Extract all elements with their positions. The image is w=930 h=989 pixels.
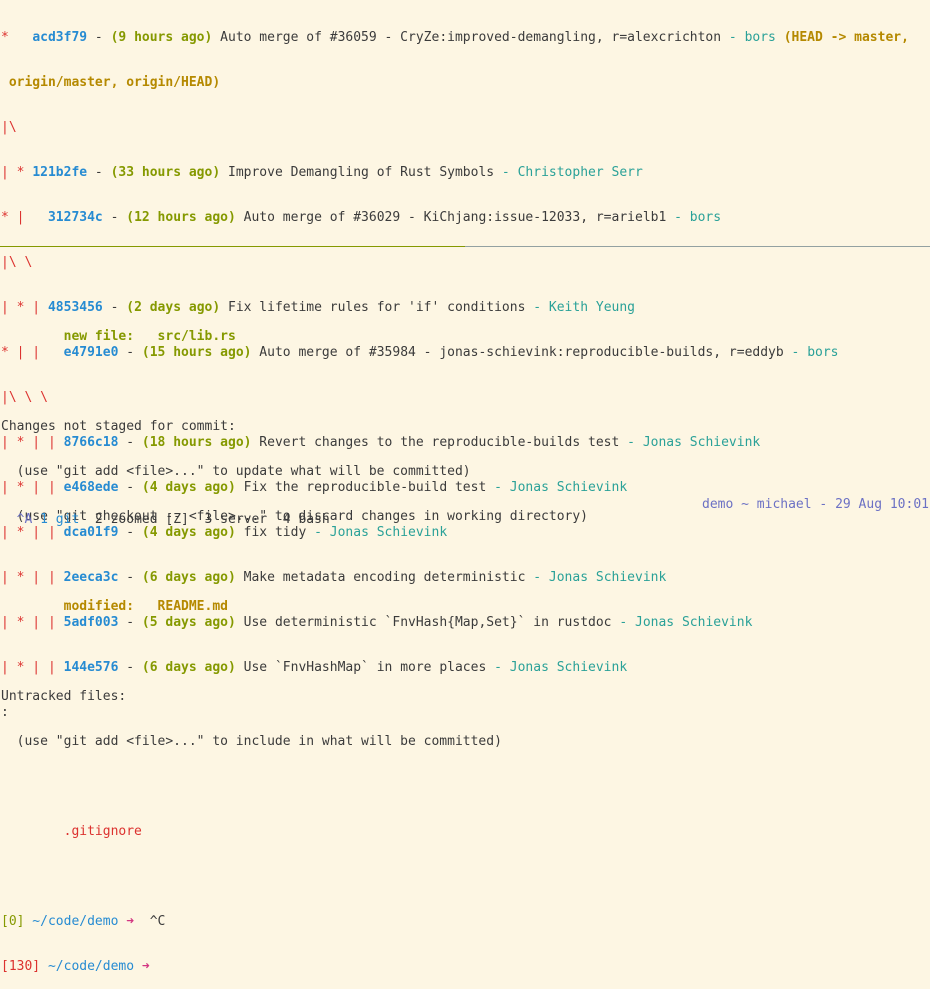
log-line: | * 121b2fe - (33 hours ago) Improve Dem… xyxy=(1,165,930,180)
tmux-window-3[interactable]: 3 server xyxy=(189,512,268,527)
tmux-status-right: demo ~ michael - 29 Aug 10:01 xyxy=(702,497,929,512)
separator: - xyxy=(87,165,111,180)
prompt-path: ~/code/demo xyxy=(24,914,119,929)
commit-hash: 312734c xyxy=(47,210,103,225)
log-line: |\ xyxy=(1,120,930,135)
tmux-window-2[interactable]: 2 zoomed [Z] xyxy=(79,512,189,527)
commit-date: (9 hours ago) xyxy=(110,30,213,45)
separator: - xyxy=(666,210,690,225)
log-line: * acd3f79 - (9 hours ago) Auto merge of … xyxy=(1,30,930,45)
status-new-file: new file: src/lib.rs xyxy=(1,329,930,344)
graph-segment: | * xyxy=(1,165,33,180)
not-staged-header: Changes not staged for commit: xyxy=(1,419,236,434)
new-file-path: src/lib.rs xyxy=(157,329,236,344)
prompt-arrow-icon: ➜ xyxy=(118,914,135,929)
commit-message: Auto merge of #36029 - KiChjang:issue-12… xyxy=(235,210,667,225)
commit-message: Auto merge of #36059 - CryZe:improved-de… xyxy=(212,30,722,45)
commit-refs: (HEAD -> master, xyxy=(775,30,909,45)
status-modified: modified: README.md xyxy=(1,599,930,614)
separator: - xyxy=(721,30,745,45)
shell-prompt: [0] ~/code/demo ➜ ^C xyxy=(1,914,930,929)
untracked-header: Untracked files: xyxy=(1,689,127,704)
commit-hash: acd3f79 xyxy=(32,30,88,45)
separator: - xyxy=(494,165,518,180)
prompt-path: ~/code/demo xyxy=(40,959,135,974)
tmux-window-1[interactable]: 1 git xyxy=(32,512,79,527)
modified-path: README.md xyxy=(157,599,228,614)
tmux-status-bar: ^A 1 git 2 zoomed [Z] 3 server 4 bash de… xyxy=(1,497,929,527)
separator: - xyxy=(87,30,111,45)
modified-label: modified: xyxy=(1,599,158,614)
untracked-hint: (use "git add <file>..." to include in w… xyxy=(1,734,502,749)
commit-author: bors xyxy=(689,210,722,225)
new-file-label: new file: xyxy=(1,329,158,344)
commit-message: Improve Demangling of Rust Symbols xyxy=(220,165,495,180)
prompt-arrow-icon: ➜ xyxy=(134,959,150,974)
prompt-input: ^C xyxy=(134,914,166,929)
log-line: origin/master, origin/HEAD) xyxy=(1,75,930,90)
exit-code: [130] xyxy=(1,959,41,974)
log-line: * | 312734c - (12 hours ago) Auto merge … xyxy=(1,210,930,225)
separator: - xyxy=(102,210,127,225)
commit-date: (33 hours ago) xyxy=(110,165,221,180)
commit-date: (12 hours ago) xyxy=(126,210,236,225)
graph-segment: * | xyxy=(1,210,48,225)
untracked-file: .gitignore xyxy=(1,824,142,839)
tmux-window-4[interactable]: 4 bash xyxy=(267,512,330,527)
graph-segment: * xyxy=(1,30,33,45)
graph-segment: |\ xyxy=(1,120,17,135)
commit-author: bors xyxy=(744,30,776,45)
shell-pane[interactable]: new file: src/lib.rs Changes not staged … xyxy=(1,254,930,989)
shell-prompt-active[interactable]: [130] ~/code/demo ➜ xyxy=(1,959,930,974)
commit-refs: origin/master, origin/HEAD) xyxy=(1,75,221,90)
commit-author: Christopher Serr xyxy=(517,165,643,180)
git-log-pane[interactable]: * acd3f79 - (9 hours ago) Auto merge of … xyxy=(1,0,930,720)
commit-hash: 121b2fe xyxy=(32,165,88,180)
exit-code: [0] xyxy=(1,914,25,929)
pane-divider-active xyxy=(0,246,465,247)
not-staged-hint: (use "git add <file>..." to update what … xyxy=(1,464,471,479)
tmux-prefix: ^A xyxy=(16,512,33,527)
